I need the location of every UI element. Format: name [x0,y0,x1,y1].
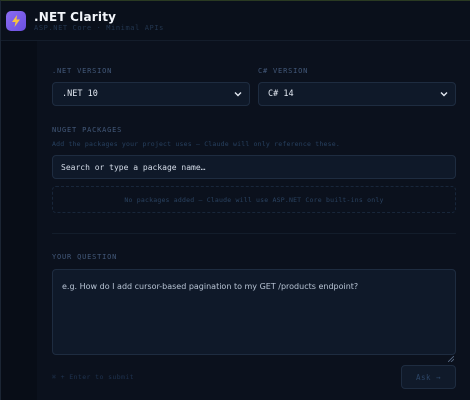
submit-shortcut-hint: ⌘ + Enter to submit [52,373,134,381]
lightning-bolt-icon [6,11,26,31]
chevron-down-icon [234,90,242,101]
section-divider [52,233,456,234]
question-label: YOUR QUESTION [52,253,118,261]
packages-empty-state: No packages added — Claude will use ASP.… [52,186,456,213]
ask-button[interactable]: Ask → [401,365,456,389]
package-search-input[interactable] [52,155,456,179]
question-textarea[interactable] [52,269,456,355]
app-subtitle: ASP.NET Core · Minimal APIs [34,24,164,32]
packages-label: NUGET PACKAGES [52,126,123,134]
chevron-down-icon [440,90,448,101]
app-title: .NET Clarity [34,10,117,24]
app-header: .NET Clarity ASP.NET Core · Minimal APIs [1,1,470,41]
csharp-version-value: C# 14 [268,89,294,99]
dotnet-version-label: .NET VERSION [52,67,113,75]
resize-grip-icon[interactable] [447,347,455,366]
csharp-version-label: C# VERSION [258,67,309,75]
dotnet-version-value: .NET 10 [62,89,98,99]
app-window: .NET Clarity ASP.NET Core · Minimal APIs… [0,0,470,400]
packages-hint: Add the packages your project uses — Cla… [52,140,340,148]
dotnet-version-select[interactable]: .NET 10 [52,82,250,106]
csharp-version-select[interactable]: C# 14 [258,82,456,106]
